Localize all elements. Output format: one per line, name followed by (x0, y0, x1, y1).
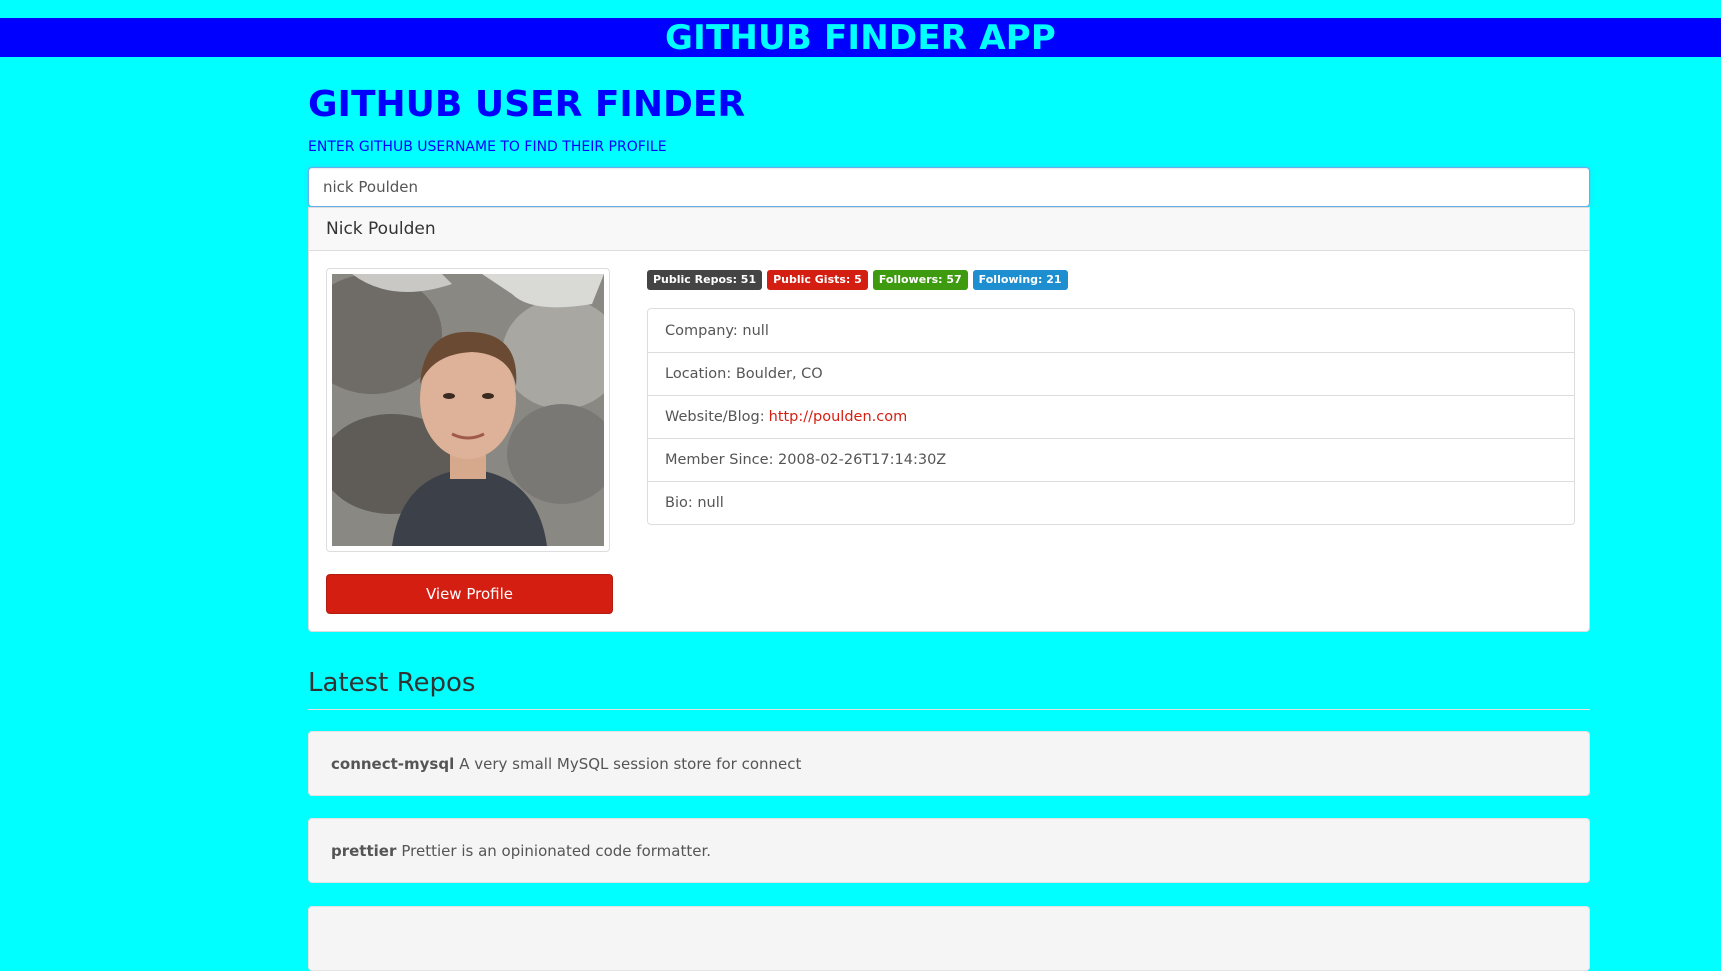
location-item: Location: Boulder, CO (648, 352, 1574, 395)
badge-public-repos: Public Repos: 51 (647, 270, 763, 290)
website-label: Website/Blog: (665, 409, 765, 425)
badge-public-gists: Public Gists: 5 (767, 270, 868, 290)
website-item: Website/Blog: http://poulden.com (648, 395, 1574, 438)
company-item: Company: null (665, 322, 769, 339)
profile-info-list: Company: null Location: Boulder, CO Webs… (647, 308, 1575, 525)
page-title: GITHUB USER FINDER (308, 84, 746, 125)
repo-name: connect-mysql (331, 754, 455, 773)
page-subtitle: ENTER GITHUB USERNAME TO FIND THEIR PROF… (308, 139, 667, 155)
repo-description: Prettier is an opinionated code formatte… (401, 841, 712, 860)
profile-panel: Nick Poulden View Profile Public Repos: … (308, 207, 1590, 632)
member-since-item: Member Since: 2008-02-26T17:14:30Z (648, 438, 1574, 481)
badge-followers: Followers: 57 (872, 270, 968, 290)
profile-name: Nick Poulden (309, 208, 1589, 251)
repo-description: A very small MySQL session store for con… (459, 754, 802, 773)
repos-title: Latest Repos (308, 668, 476, 698)
app-title: GITHUB FINDER APP (665, 17, 1056, 58)
repo-card: prettier Prettier is an opinionated code… (308, 818, 1590, 883)
repo-card: connect-mysql A very small MySQL session… (308, 731, 1590, 796)
website-link[interactable]: http://poulden.com (769, 409, 908, 425)
avatar (332, 274, 604, 546)
avatar-frame (326, 268, 610, 552)
search-input[interactable] (308, 167, 1590, 207)
badge-following: Following: 21 (972, 270, 1068, 290)
divider (308, 709, 1590, 710)
stats-badges: Public Repos: 51 Public Gists: 5 Followe… (647, 270, 1068, 290)
bio-item: Bio: null (648, 481, 1574, 524)
view-profile-button[interactable]: View Profile (326, 574, 613, 614)
repo-name: prettier (331, 841, 397, 860)
app-header: GITHUB FINDER APP (0, 17, 1721, 58)
